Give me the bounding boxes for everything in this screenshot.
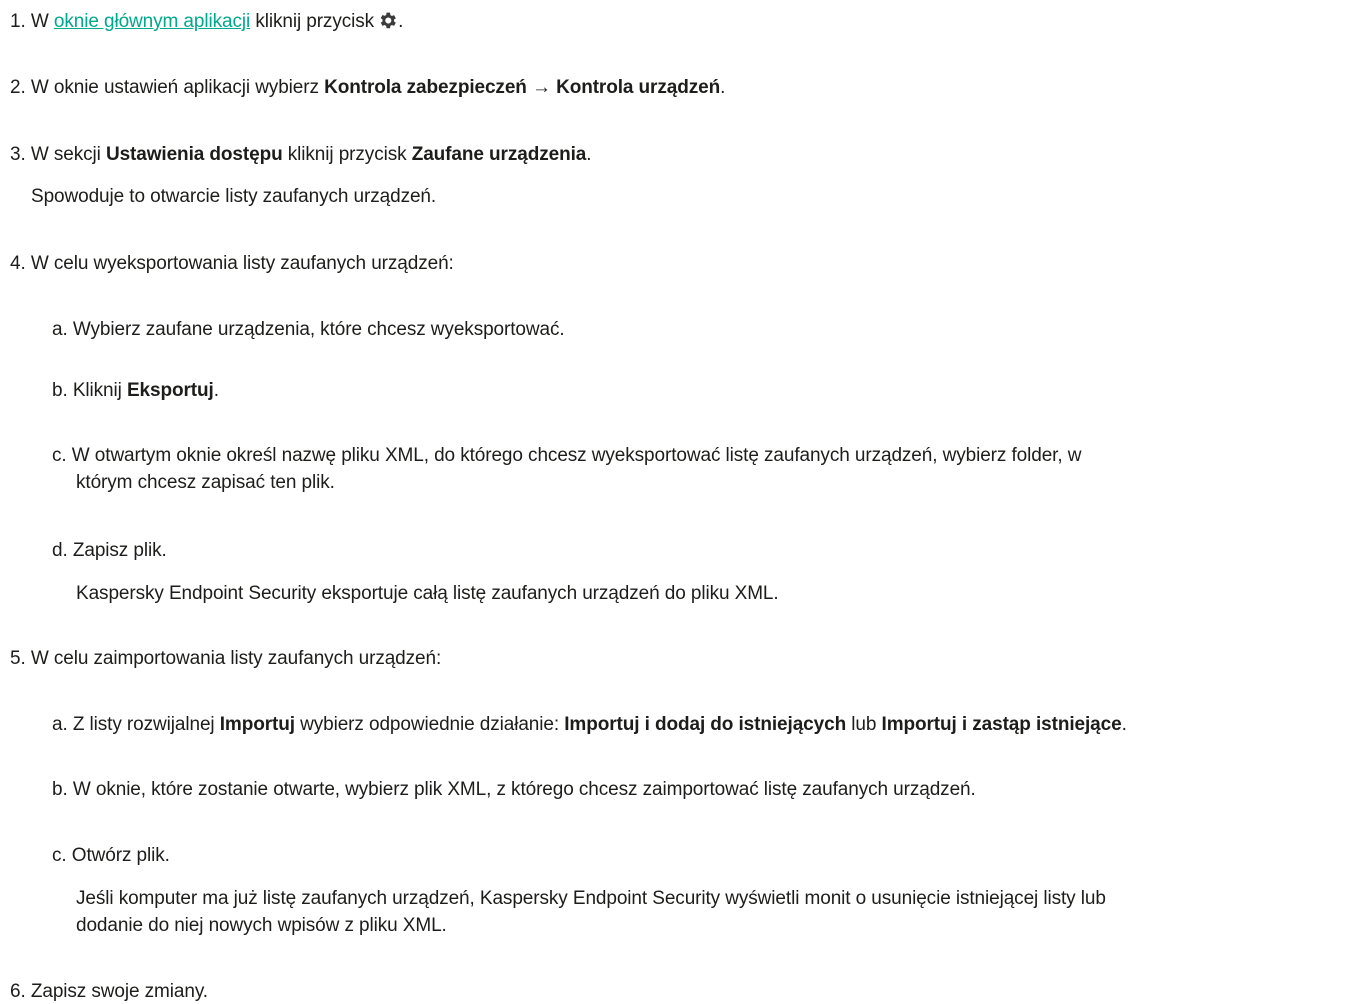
step-5: 5. W celu zaimportowania listy zaufanych… (10, 647, 441, 671)
step-number: 6. (10, 981, 26, 1002)
substep-letter: a. (52, 319, 68, 340)
button-name: Zaufane urządzenia (411, 144, 587, 165)
step-4d: d. Zapisz plik. (52, 539, 167, 563)
substep-text: Otwórz plik. (71, 845, 170, 866)
step-text: kliknij przycisk (287, 144, 407, 165)
step-number: 3. (10, 144, 26, 165)
substep-letter: b. (52, 380, 68, 401)
substep-letter: c. (52, 445, 67, 466)
step-4c-cont: którym chcesz zapisać ten plik. (76, 472, 335, 493)
step-number: 5. (10, 648, 26, 669)
substep-text: Z listy rozwijalnej (72, 714, 215, 735)
step-5c: c. Otwórz plik. (52, 844, 170, 868)
step-4: 4. W celu wyeksportowania listy zaufanyc… (10, 252, 454, 276)
substep-letter: d. (52, 540, 68, 561)
step-text: W sekcji (30, 144, 101, 165)
step-3: 3. W sekcji Ustawienia dostępu kliknij p… (10, 143, 592, 167)
step-5b: b. W oknie, które zostanie otwarte, wybi… (52, 778, 976, 802)
step-text: . (586, 144, 592, 165)
step-4c: c. W otwartym oknie określ nazwę pliku X… (52, 444, 1081, 468)
step-5a: a. Z listy rozwijalnej Importuj wybierz … (52, 713, 1127, 737)
section-name: Ustawienia dostępu (105, 144, 283, 165)
substep-text: . (213, 380, 219, 401)
step-5c-note-cont: dodanie do niej nowych wpisów z pliku XM… (76, 915, 447, 936)
menu-path: Kontrola zabezpieczeń → Kontrola urządze… (324, 77, 721, 98)
substep-text: lub (851, 714, 877, 735)
substep-letter: a. (52, 714, 68, 735)
substep-text: Wybierz zaufane urządzenia, które chcesz… (72, 319, 565, 340)
button-name: Eksportuj (126, 380, 214, 401)
gear-icon (377, 10, 398, 31)
step-number: 1. (10, 11, 26, 32)
substep-letter: c. (52, 845, 67, 866)
substep-text: wybierz odpowiednie działanie: (300, 714, 560, 735)
step-4d-note: Kaspersky Endpoint Security eksportuje c… (76, 583, 779, 604)
option-add: Importuj i dodaj do istniejących (564, 714, 847, 735)
step-number: 2. (10, 77, 26, 98)
step-4b: b. Kliknij Eksportuj. (52, 379, 219, 403)
substep-text: Kliknij (72, 380, 122, 401)
step-5c-note: Jeśli komputer ma już listę zaufanych ur… (76, 888, 1106, 909)
step-1: 1. W oknie głównym aplikacji kliknij prz… (10, 10, 403, 34)
option-replace: Importuj i zastąp istniejące (881, 714, 1122, 735)
step-text: kliknij przycisk (255, 11, 375, 32)
dropdown-name: Importuj (219, 714, 295, 735)
substep-text: Zapisz plik. (72, 540, 167, 561)
step-text: . (720, 77, 726, 98)
main-window-link[interactable]: oknie głównym aplikacji (54, 11, 250, 32)
step-4a: a. Wybierz zaufane urządzenia, które chc… (52, 318, 565, 342)
step-text: Zapisz swoje zmiany. (30, 981, 208, 1002)
step-6: 6. Zapisz swoje zmiany. (10, 980, 208, 1004)
step-2: 2. W oknie ustawień aplikacji wybierz Ko… (10, 76, 725, 100)
step-text: W celu zaimportowania listy zaufanych ur… (30, 648, 442, 669)
step-text: W (30, 11, 49, 32)
step-text: W celu wyeksportowania listy zaufanych u… (30, 253, 454, 274)
step-3-note: Spowoduje to otwarcie listy zaufanych ur… (31, 186, 437, 207)
substep-text: W oknie, które zostanie otwarte, wybierz… (72, 779, 976, 800)
step-text: . (398, 11, 404, 32)
substep-text: W otwartym oknie określ nazwę pliku XML,… (71, 445, 1082, 466)
substep-letter: b. (52, 779, 68, 800)
step-number: 4. (10, 253, 26, 274)
step-text: W oknie ustawień aplikacji wybierz (30, 77, 319, 98)
substep-text: . (1121, 714, 1127, 735)
